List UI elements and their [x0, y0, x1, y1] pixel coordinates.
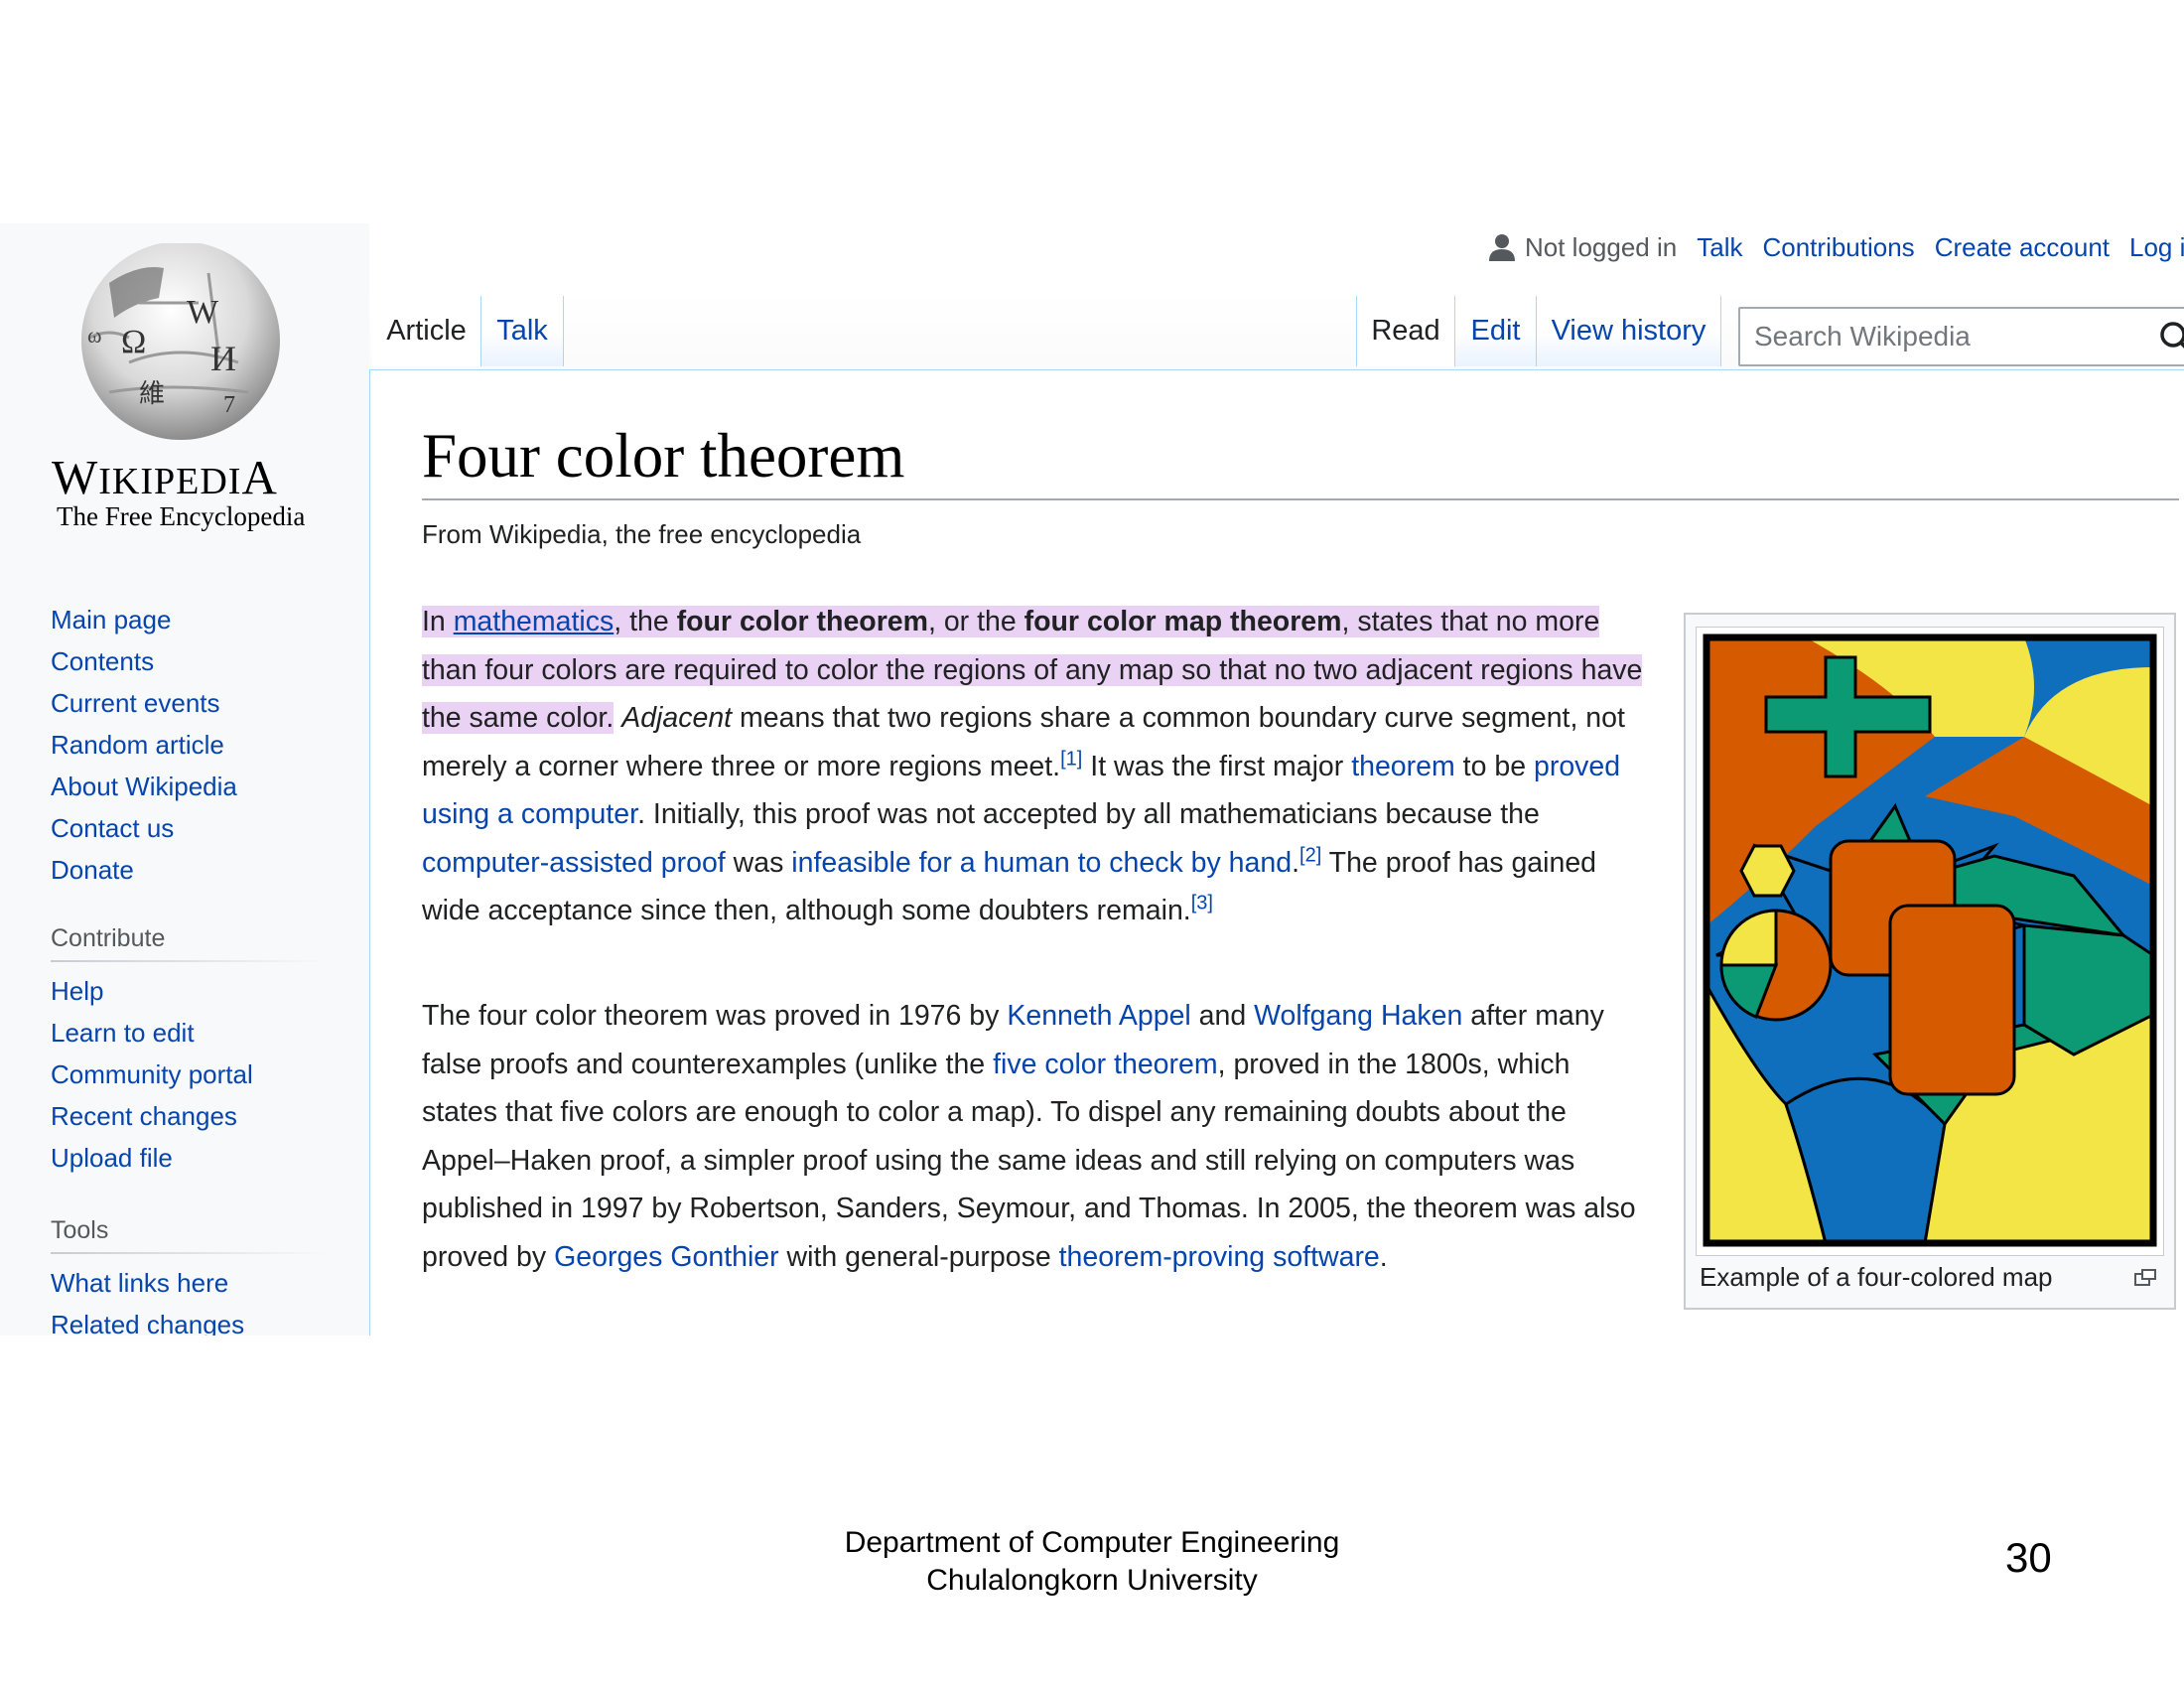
nav-related-changes[interactable]: Related changes	[51, 1304, 244, 1336]
user-icon	[1489, 234, 1515, 261]
contributions-link[interactable]: Contributions	[1762, 232, 1914, 263]
text-p2-and: and	[1190, 1000, 1255, 1032]
link-computer-assisted-proof[interactable]: computer-assisted proof	[422, 847, 726, 879]
nav-contents[interactable]: Contents	[51, 640, 237, 682]
text-p2-e: .	[1379, 1240, 1388, 1273]
link-georges-gonthier[interactable]: Georges Gonthier	[554, 1241, 779, 1273]
nav-help[interactable]: Help	[51, 970, 253, 1012]
ref-3[interactable]: [3]	[1191, 893, 1213, 914]
text-in: In	[422, 606, 454, 637]
tab-view-history[interactable]: View history	[1537, 296, 1721, 366]
nav-contact-us[interactable]: Contact us	[51, 807, 237, 849]
text-p2-c: , proved in the 1800s, which states that…	[422, 1048, 1636, 1273]
svg-text:維: 維	[139, 379, 165, 409]
page-title: Four color theorem	[422, 421, 905, 491]
search-box	[1738, 307, 2184, 366]
footer-university: Chulalongkorn University	[926, 1564, 1258, 1597]
link-wolfgang-haken[interactable]: Wolfgang Haken	[1254, 1000, 1462, 1032]
footer-department: Department of Computer Engineering	[844, 1526, 1340, 1559]
link-five-color-theorem[interactable]: five color theorem	[993, 1049, 1218, 1080]
nav-upload-file[interactable]: Upload file	[51, 1137, 253, 1179]
personal-talk-link[interactable]: Talk	[1697, 232, 1742, 263]
nav-main-list: Main page Contents Current events Random…	[51, 599, 237, 891]
text-comma-the: , the	[614, 606, 677, 637]
svg-text:7: 7	[223, 392, 235, 418]
tab-read[interactable]: Read	[1356, 296, 1455, 366]
nav-learn-to-edit[interactable]: Learn to edit	[51, 1012, 253, 1054]
create-account-link[interactable]: Create account	[1935, 232, 2110, 263]
search-input[interactable]	[1752, 320, 2133, 353]
tab-talk[interactable]: Talk	[481, 296, 564, 366]
nav-contribute-list: Help Learn to edit Community portal Rece…	[51, 970, 253, 1179]
lead-paragraph: In mathematics, the four color theorem, …	[422, 598, 1648, 935]
log-in-link[interactable]: Log in	[2129, 232, 2184, 263]
italic-adjacent: Adjacent	[621, 702, 733, 734]
nav-current-events[interactable]: Current events	[51, 682, 237, 724]
ref-2[interactable]: [2]	[1299, 844, 1321, 866]
link-theorem-proving-software[interactable]: theorem-proving software	[1059, 1241, 1380, 1273]
enlarge-icon[interactable]	[2133, 1268, 2157, 1288]
map-region	[1739, 844, 1796, 898]
svg-text:W: W	[187, 294, 219, 331]
slide-number: 30	[2005, 1534, 2052, 1581]
nav-donate[interactable]: Donate	[51, 849, 237, 891]
nav-random-article[interactable]: Random article	[51, 724, 237, 766]
text-p2-a: The four color theorem was proved in 197…	[422, 1000, 1008, 1032]
wikipedia-wordmark[interactable]: WIKIPEDIA	[52, 449, 278, 505]
sidebar: Ω W И 維 7 ω WIKIPEDIA The Free Encyclope…	[0, 223, 369, 1336]
nav-tools-list: What links here Related changes	[51, 1262, 244, 1336]
site-sub-tagline: From Wikipedia, the free encyclopedia	[422, 519, 862, 549]
link-theorem[interactable]: theorem	[1351, 751, 1455, 782]
svg-text:ω: ω	[87, 323, 101, 348]
slide-footer: Department of Computer Engineering Chula…	[0, 1524, 2184, 1600]
nav-community-portal[interactable]: Community portal	[51, 1054, 253, 1095]
nav-main-page[interactable]: Main page	[51, 599, 237, 640]
contribute-heading: Contribute	[51, 924, 166, 952]
nav-about-wikipedia[interactable]: About Wikipedia	[51, 766, 237, 807]
text-to-be: to be	[1454, 750, 1534, 782]
ref-1[interactable]: [1]	[1060, 748, 1082, 770]
nav-what-links-here[interactable]: What links here	[51, 1262, 244, 1304]
tab-edit[interactable]: Edit	[1455, 296, 1537, 366]
bold-four-color-theorem: four color theorem	[676, 606, 928, 637]
search-icon[interactable]	[2159, 321, 2184, 356]
svg-text:И: И	[210, 339, 236, 378]
bold-four-color-map-theorem: four color map theorem	[1024, 606, 1342, 637]
text-initially: . Initially, this proof was not accepted…	[637, 798, 1540, 830]
tools-heading: Tools	[51, 1216, 109, 1244]
wikipedia-screenshot: Ω W И 維 7 ω WIKIPEDIA The Free Encyclope…	[0, 223, 2184, 1336]
personal-tools: Not logged in Talk Contributions Create …	[1489, 227, 2184, 267]
map-region	[1888, 904, 2016, 1096]
contribute-divider	[51, 960, 329, 962]
not-logged-in-label: Not logged in	[1525, 231, 1678, 262]
text-was: was	[725, 846, 792, 879]
link-kenneth-appel[interactable]: Kenneth Appel	[1007, 1000, 1190, 1032]
infobox-thumbnail: Example of a four-colored map	[1684, 613, 2176, 1310]
link-mathematics[interactable]: mathematics	[454, 606, 614, 637]
text-or-the: , or the	[927, 606, 1024, 637]
thumbnail-caption: Example of a four-colored map	[1700, 1262, 2053, 1292]
svg-text:Ω: Ω	[121, 324, 146, 360]
text-dot: .	[1292, 846, 1300, 879]
title-divider	[422, 498, 2179, 500]
text-p2-d: with general-purpose	[778, 1240, 1059, 1273]
logo-tagline: The Free Encyclopedia	[57, 501, 306, 531]
history-paragraph: The four color theorem was proved in 197…	[422, 992, 1648, 1281]
nav-recent-changes[interactable]: Recent changes	[51, 1095, 253, 1137]
thumbnail-image-frame[interactable]	[1696, 627, 2164, 1256]
link-infeasible[interactable]: infeasible for a human to check by hand	[791, 847, 1292, 879]
four-colored-map-image[interactable]	[1697, 628, 2163, 1255]
wikipedia-globe-logo[interactable]: Ω W И 維 7 ω	[69, 243, 293, 442]
tools-divider	[51, 1252, 329, 1254]
text-it-was: It was the first major	[1082, 750, 1352, 782]
tab-article[interactable]: Article	[372, 296, 481, 366]
